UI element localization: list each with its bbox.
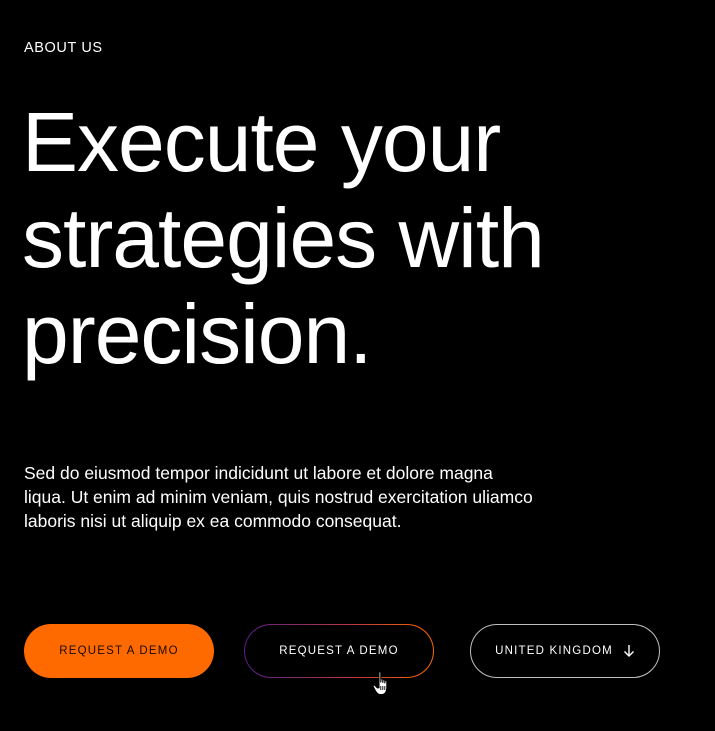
page-title: Execute your strategies with precision. [22,94,702,382]
about-us-label: ABOUT US [24,40,103,56]
headline-line: strategies with [22,191,545,285]
paragraph-line: liqua. Ut enim ad minim veniam, quis nos… [24,487,533,507]
paragraph-line: Sed do eiusmod tempor indicidunt ut labo… [24,463,493,483]
request-demo-button[interactable]: REQUEST A DEMO [24,624,214,678]
request-demo-button-label: REQUEST A DEMO [59,645,179,657]
headline-line: precision. [22,287,373,381]
intro-paragraph: Sed do eiusmod tempor indicidunt ut labo… [24,461,624,533]
hand-pointer-icon [372,671,388,696]
request-demo-outline-button-label: REQUEST A DEMO [279,645,399,657]
paragraph-line: laboris nisi ut aliquip ex ea commodo co… [24,511,402,531]
country-selector-label: UNITED KINGDOM [495,645,613,657]
arrow-down-icon [623,645,634,657]
country-selector[interactable]: UNITED KINGDOM [470,624,660,678]
request-demo-outline-button[interactable]: REQUEST A DEMO [244,624,434,678]
headline-line: Execute your [22,95,501,189]
